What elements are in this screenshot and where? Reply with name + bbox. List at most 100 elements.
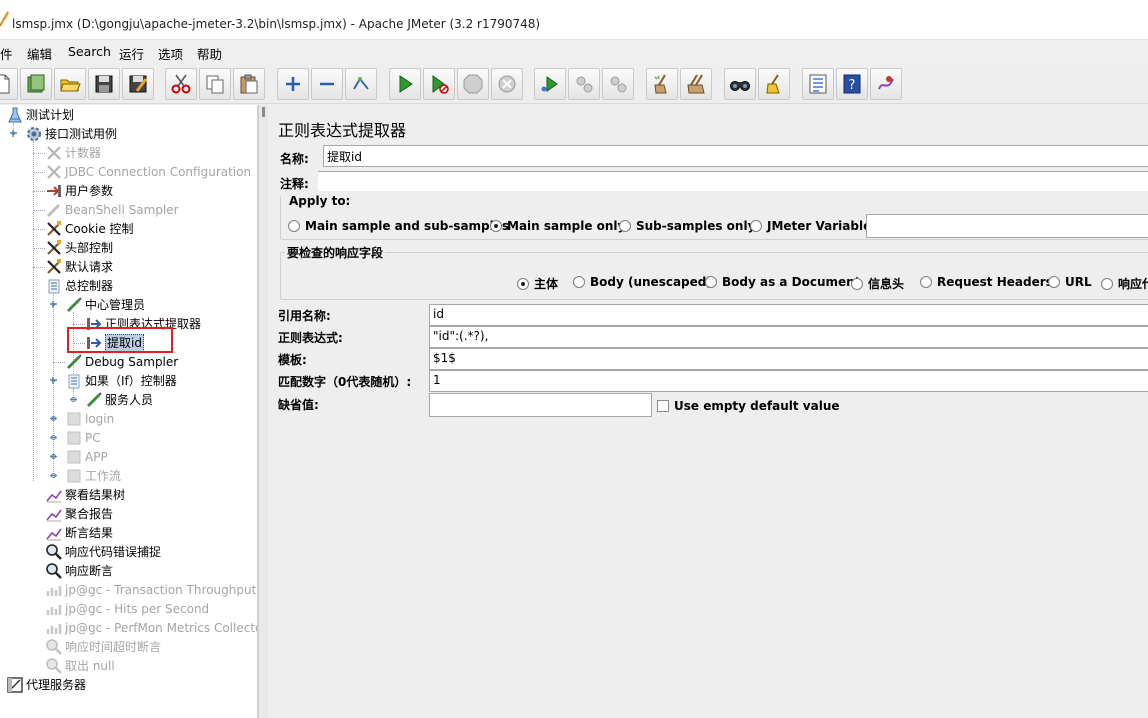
controller-icon [67,412,81,426]
jmeter-variable-field[interactable] [866,214,1148,238]
save-as-button[interactable] [122,68,154,100]
tree-expand-handle[interactable] [49,376,58,385]
tree-node-jdbc-config[interactable]: JDBC Connection Configuration [45,163,251,181]
copy-button[interactable] [199,68,231,100]
field-body-as-document-radio[interactable]: Body as a Document [705,275,860,289]
apply-main-only-radio[interactable]: Main sample only [490,219,625,233]
tree-node-label: BeanShell Sampler [65,203,179,217]
tree-node-request-defaults[interactable]: 默认请求 [45,258,113,276]
tree-expand-handle[interactable] [49,414,58,423]
shutdown-button[interactable] [491,68,523,100]
reference-name-field[interactable]: id [429,304,1148,326]
apply-jmeter-variable-radio[interactable]: JMeter Variable [750,219,871,233]
tree-node-header-manager[interactable]: 头部控制 [45,239,113,257]
test-plan-tree[interactable]: 测试计划 接口测试用例 计数器 JDBC Connection Configur… [0,105,258,718]
field-response-code-radio[interactable]: 响应代 [1101,275,1148,292]
remote-stop-button[interactable] [568,68,600,100]
open-button[interactable] [54,68,86,100]
menu-edit[interactable]: 编辑 [27,44,52,63]
stop-button[interactable] [457,68,489,100]
cut-button[interactable] [165,68,197,100]
tree-node-hits-per-second[interactable]: jp@gc - Hits per Second [45,600,209,618]
menu-run[interactable]: 运行 [119,44,144,63]
search-button[interactable] [724,68,756,100]
tree-node-debug-sampler[interactable]: Debug Sampler [65,353,178,371]
templates-icon [27,74,45,93]
templates-button[interactable] [20,68,52,100]
save-button[interactable] [88,68,120,100]
tree-node-if-controller[interactable]: 如果（If）控制器 [65,372,177,390]
field-headers-radio[interactable]: 信息头 [851,275,904,292]
tree-node-duration-assertion[interactable]: 响应时间超时断言 [45,638,161,656]
default-value-field[interactable] [429,393,652,417]
tree-node-controller[interactable]: 总控制器 [45,277,113,295]
tree-node-workflow[interactable]: 工作流 [65,467,121,485]
tree-node-login[interactable]: login [65,410,114,428]
reset-search-button[interactable] [758,68,790,100]
collapse-all-button[interactable] [311,68,343,100]
remote-exit-button[interactable] [602,68,634,100]
apply-sub-only-radio[interactable]: Sub-samples only [619,219,755,233]
tree-expand-handle[interactable] [49,452,58,461]
tree-node-proxy-server[interactable]: 代理服务器 [6,676,86,694]
clear-button[interactable] [646,68,678,100]
comment-field[interactable] [318,171,1148,191]
field-url-radio[interactable]: URL [1048,275,1092,289]
tree-expand-handle[interactable] [9,129,18,138]
tree-node-aggregate-report[interactable]: 聚合报告 [45,505,113,523]
new-button[interactable] [0,68,18,100]
name-field[interactable]: 提取id [323,145,1148,167]
log-viewer-button[interactable] [870,68,902,100]
thread-group-gear-icon [27,127,41,141]
tree-node-cookie-manager[interactable]: Cookie 控制 [45,220,134,238]
panel-splitter[interactable] [258,105,268,718]
tree-node-user-parameters[interactable]: 用户参数 [45,182,113,200]
tree-node-response-assertion[interactable]: 响应断言 [45,562,113,580]
menu-search[interactable]: Search [68,44,111,59]
expand-all-button[interactable] [277,68,309,100]
function-helper-button[interactable] [802,68,834,100]
tree-expand-handle[interactable] [49,300,58,309]
sampler-pen-icon [46,203,61,218]
tree-node-response-code-catcher[interactable]: 响应代码错误捕捉 [45,543,161,561]
tree-node-thread-group[interactable]: 接口测试用例 [25,125,117,143]
tree-node-view-results-tree[interactable]: 察看结果树 [45,486,125,504]
clear-all-button[interactable] [680,68,712,100]
paste-button[interactable] [233,68,265,100]
tree-expand-handle[interactable] [49,471,58,480]
menu-help[interactable]: 帮助 [197,44,222,63]
apply-main-and-sub-radio[interactable]: Main sample and sub-samples [288,219,509,233]
tree-node-counter[interactable]: 计数器 [45,144,101,162]
tree-expand-handle[interactable] [69,395,78,404]
use-empty-default-checkbox[interactable]: Use empty default value [657,399,840,413]
template-field[interactable]: $1$ [429,348,1148,370]
field-request-headers-radio[interactable]: Request Headers [920,275,1053,289]
splitter-grip[interactable] [262,107,265,117]
tree-node-pc[interactable]: PC [65,429,101,447]
tree-node-perfmon-collector[interactable]: jp@gc - PerfMon Metrics Collector [45,619,257,637]
start-button[interactable] [389,68,421,100]
regex-field[interactable]: "id":(.*?), [429,326,1148,348]
start-no-timers-button[interactable] [423,68,455,100]
radio-label: 响应代 [1118,277,1148,291]
field-body-radio[interactable]: 主体 [517,275,558,292]
tree-node-service-staff[interactable]: 服务人员 [85,391,153,409]
field-body-unescaped-radio[interactable]: Body (unescaped) [573,275,712,289]
tree-node-assertion-results[interactable]: 断言结果 [45,524,113,542]
tree-node-center-admin[interactable]: 中心管理员 [65,296,145,314]
help-button[interactable]: ? [836,68,868,100]
menu-options[interactable]: 选项 [158,44,183,63]
tree-node-transaction-throughput[interactable]: jp@gc - Transaction Throughput vs [45,581,257,599]
workbench-icon [7,677,23,693]
tree-node-app[interactable]: APP [65,448,108,466]
menu-file[interactable]: 件 [0,44,13,63]
tree-node-label: 响应断言 [65,564,114,578]
remote-start-button[interactable] [534,68,566,100]
tree-node-test-plan[interactable]: 测试计划 [6,106,74,124]
tree-node-beanshell-sampler[interactable]: BeanShell Sampler [45,201,179,219]
match-no-field[interactable]: 1 [429,370,1148,392]
toggle-button[interactable] [345,68,377,100]
test-plan-icon [8,107,22,123]
tree-node-extract-null[interactable]: 取出 null [45,657,115,675]
tree-expand-handle[interactable] [49,433,58,442]
